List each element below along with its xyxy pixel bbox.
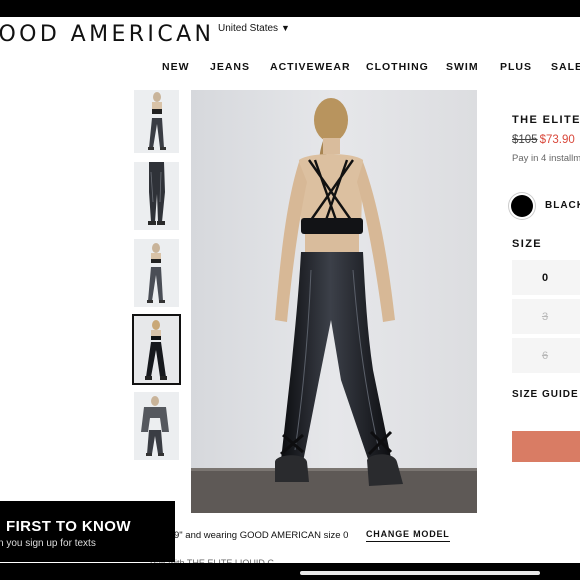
product-title: THE ELITE L bbox=[512, 114, 580, 126]
product-price: $105 $73.90 bbox=[512, 134, 575, 146]
color-swatch-black[interactable] bbox=[511, 195, 533, 217]
color-name: BLACK bbox=[545, 200, 580, 211]
product-thumbnail-3[interactable] bbox=[134, 239, 179, 307]
size-option-label: 0 bbox=[541, 271, 549, 284]
main-nav: NEW JEANS ACTIVEWEAR CLOTHING SWIM PLUS … bbox=[0, 61, 580, 75]
size-guide-link[interactable]: SIZE GUIDE bbox=[512, 389, 579, 400]
country-label: United States bbox=[218, 23, 279, 34]
product-thumbnail-1[interactable] bbox=[134, 90, 179, 153]
size-option-label: 6 bbox=[541, 349, 549, 362]
size-option-0[interactable]: 0 bbox=[512, 260, 580, 295]
add-to-bag-button[interactable] bbox=[512, 431, 580, 462]
nav-item-activewear[interactable]: ACTIVEWEAR bbox=[270, 61, 351, 73]
caret-down-icon: ▼ bbox=[281, 23, 290, 33]
sms-signup-promo[interactable]: FIRST TO KNOW n you sign up for texts bbox=[0, 501, 175, 562]
nav-item-swim[interactable]: SWIM bbox=[446, 61, 479, 73]
nav-item-sale[interactable]: SALE bbox=[551, 61, 580, 73]
size-heading: SIZE bbox=[512, 238, 543, 250]
size-option-label: 3 bbox=[541, 310, 549, 323]
sale-price: $73.90 bbox=[539, 134, 575, 146]
original-price: $105 bbox=[512, 134, 538, 146]
status-bar bbox=[0, 0, 580, 17]
promo-headline: FIRST TO KNOW bbox=[6, 518, 131, 535]
nav-item-plus[interactable]: PLUS bbox=[500, 61, 532, 73]
bottom-bar bbox=[0, 563, 580, 580]
size-option-6[interactable]: 6 bbox=[512, 338, 580, 373]
product-thumbnail-2[interactable] bbox=[134, 162, 179, 230]
country-selector[interactable]: United States ▼ bbox=[218, 23, 290, 34]
model-info: 9" and wearing GOOD AMERICAN size 0 bbox=[174, 530, 349, 541]
brand-logo[interactable]: GOOD AMERICAN bbox=[0, 22, 214, 47]
nav-item-new[interactable]: NEW bbox=[162, 61, 190, 73]
promo-subtext: n you sign up for texts bbox=[0, 538, 96, 549]
product-thumbnail-5[interactable] bbox=[134, 392, 179, 460]
installments-note: Pay in 4 installm bbox=[512, 153, 580, 164]
nav-item-jeans[interactable]: JEANS bbox=[210, 61, 250, 73]
home-indicator[interactable] bbox=[300, 571, 540, 575]
product-hero-image[interactable] bbox=[191, 90, 477, 513]
product-thumbnail-4-selected[interactable] bbox=[132, 314, 181, 385]
change-model-link[interactable]: CHANGE MODEL bbox=[366, 529, 450, 542]
nav-item-clothing[interactable]: CLOTHING bbox=[366, 61, 429, 73]
size-option-3[interactable]: 3 bbox=[512, 299, 580, 334]
